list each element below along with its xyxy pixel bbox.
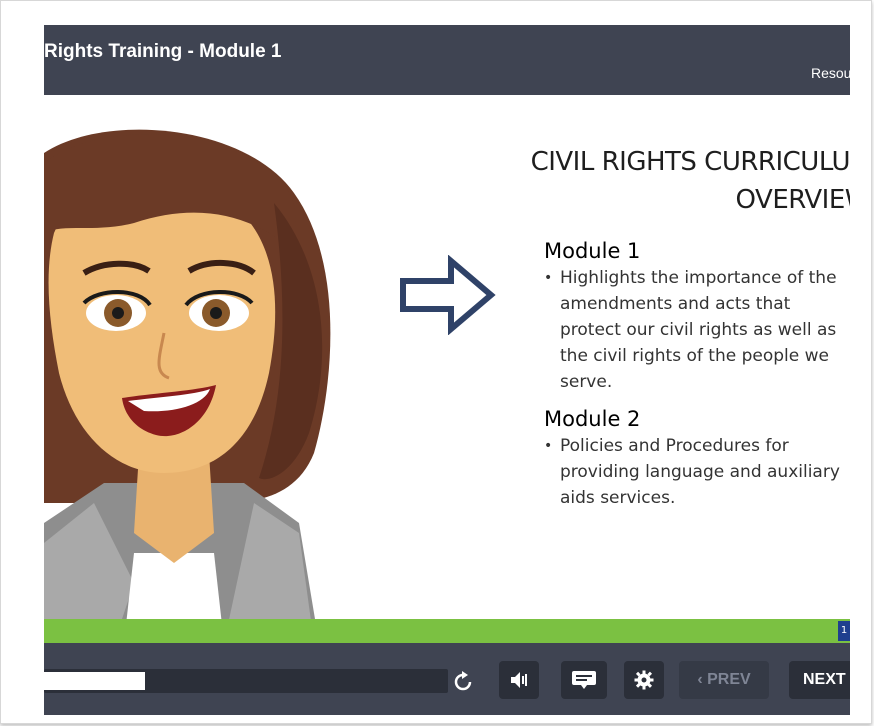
course-title: Rights Training - Module 1 xyxy=(44,41,282,62)
next-label: NEXT xyxy=(803,671,846,688)
module-bullet-text: Policies and Procedures for providing la… xyxy=(560,436,840,508)
module-list: Module 1 • Highlights the importance of … xyxy=(544,237,850,511)
module-bullet: • Policies and Procedures for providing … xyxy=(544,433,850,511)
green-progress-strip xyxy=(44,619,850,643)
replay-icon[interactable] xyxy=(452,671,474,693)
slide-title-line1: CIVIL RIGHTS CURRICULUM xyxy=(530,147,850,177)
prev-label: PREV xyxy=(707,671,751,688)
module-bullet: • Highlights the importance of the amend… xyxy=(544,265,850,395)
screenshot-frame: Rights Training - Module 1 Resou CIVIL R… xyxy=(0,0,872,724)
presenter-avatar xyxy=(44,129,331,623)
settings-button[interactable] xyxy=(624,661,664,699)
chevron-left-icon: ‹ xyxy=(697,671,708,688)
volume-icon xyxy=(511,672,527,688)
right-arrow-icon xyxy=(400,255,496,335)
module-heading: Module 1 xyxy=(544,239,641,263)
badge: 1 xyxy=(838,621,850,641)
module-item: Module 2 • Policies and Procedures for p… xyxy=(544,405,850,511)
next-button[interactable]: NEXT xyxy=(789,661,850,699)
module-heading: Module 2 xyxy=(544,407,641,431)
bullet-dot-icon: • xyxy=(544,270,553,286)
captions-icon xyxy=(572,671,596,689)
course-player: Rights Training - Module 1 Resou CIVIL R… xyxy=(44,25,850,715)
prev-button[interactable]: ‹ PREV xyxy=(679,661,769,699)
seek-bar[interactable] xyxy=(44,669,448,693)
player-controls: ‹ PREV NEXT xyxy=(44,643,850,715)
volume-button[interactable] xyxy=(499,661,539,699)
module-bullet-text: Highlights the importance of the amendme… xyxy=(560,268,837,392)
seek-bar-fill xyxy=(44,672,145,690)
resources-link[interactable]: Resou xyxy=(811,65,850,81)
bullet-dot-icon: • xyxy=(544,438,553,454)
gear-icon xyxy=(634,670,654,690)
slide-title-line2: OVERVIEW xyxy=(735,185,850,215)
module-item: Module 1 • Highlights the importance of … xyxy=(544,237,850,395)
top-bar: Rights Training - Module 1 Resou xyxy=(44,25,850,95)
slide-area: CIVIL RIGHTS CURRICULUM OVERVIEW Module … xyxy=(44,95,850,623)
captions-button[interactable] xyxy=(561,661,607,699)
slide-title: CIVIL RIGHTS CURRICULUM OVERVIEW xyxy=(502,143,850,219)
